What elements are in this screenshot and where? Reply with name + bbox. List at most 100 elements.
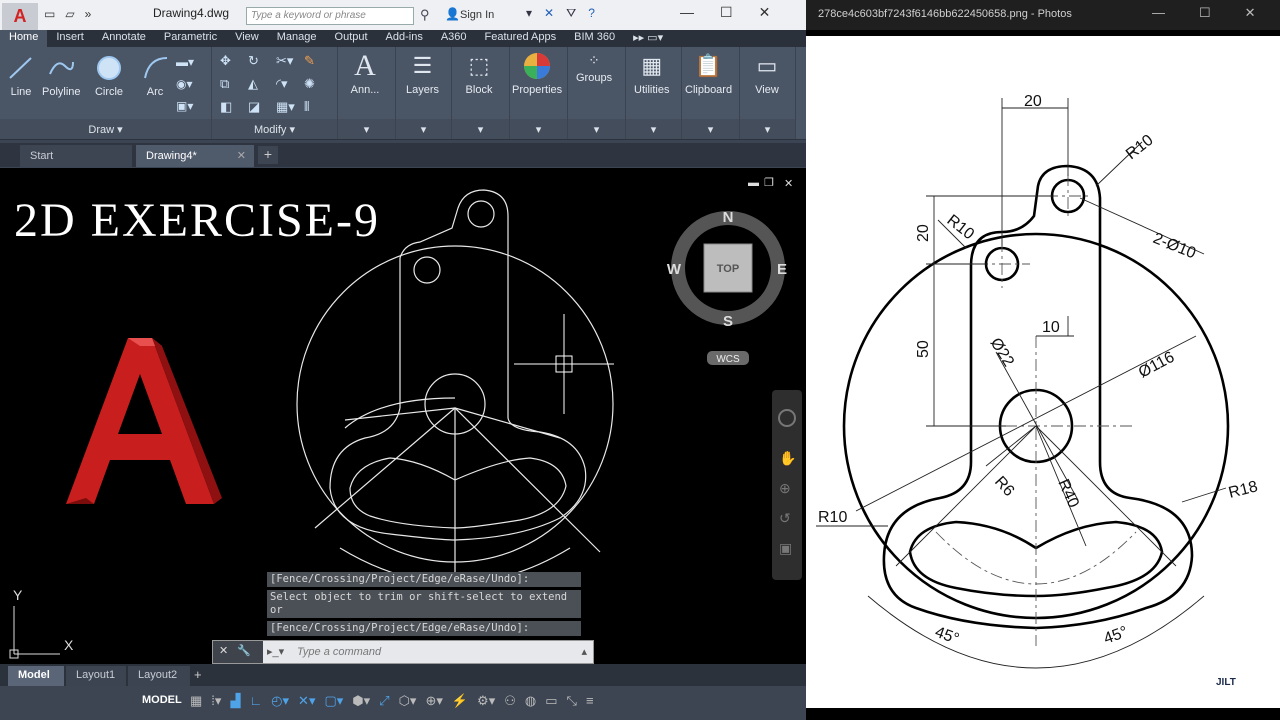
utilities-button[interactable]: ▦ Utilities: [634, 51, 669, 96]
model-space-button[interactable]: MODEL: [142, 694, 182, 706]
tab-annotate[interactable]: Annotate: [93, 30, 155, 47]
properties-button[interactable]: Properties: [512, 51, 562, 96]
file-tab-drawing4[interactable]: Drawing4* ✕: [136, 145, 254, 167]
workspace-icon[interactable]: ⚙▾: [477, 693, 495, 709]
tab-more-icon[interactable]: ▸▸ ▭▾: [624, 30, 672, 47]
new-layout-button[interactable]: +: [194, 667, 212, 683]
layout-tab-layout1[interactable]: Layout1: [66, 666, 126, 686]
search-input[interactable]: Type a keyword or phrase: [246, 7, 414, 25]
ortho-icon[interactable]: ∟: [249, 693, 262, 709]
photos-maximize-icon[interactable]: ☐: [1199, 5, 1211, 21]
isodraft-icon[interactable]: ✕▾: [298, 693, 315, 709]
dynamic-ucs-icon[interactable]: ⤢: [379, 693, 389, 709]
clipboard-button[interactable]: 📋 Clipboard: [685, 51, 732, 96]
region-icon[interactable]: ▣▾: [176, 99, 194, 113]
viewport-minimize-icon: ▬: [748, 177, 759, 189]
layout-tab-model[interactable]: Model: [8, 666, 64, 686]
annotation-scale-icon[interactable]: ⚡: [452, 693, 468, 709]
circle-button[interactable]: Circle: [94, 53, 124, 98]
block-button[interactable]: ⬚ Block: [464, 51, 494, 96]
fullscreen-icon[interactable]: ⤡: [567, 693, 577, 709]
osnap-icon[interactable]: ▢▾: [324, 693, 343, 709]
dropdown-icon[interactable]: ▾: [526, 6, 532, 21]
annotation-monitor-icon[interactable]: ⚇: [504, 693, 516, 709]
close-icon[interactable]: ✕: [759, 4, 771, 21]
photos-minimize-icon[interactable]: —: [1152, 5, 1165, 21]
tab-bim360[interactable]: BIM 360: [565, 30, 624, 47]
gizmo-icon[interactable]: ⊕▾: [425, 693, 442, 709]
new-tab-button[interactable]: +: [258, 146, 278, 164]
new-file-icon[interactable]: ▭: [44, 7, 55, 21]
open-file-icon[interactable]: ▱: [65, 7, 74, 21]
mirror-icon[interactable]: ◭: [248, 76, 276, 92]
stretch-icon[interactable]: ◧: [220, 99, 248, 115]
a360-icon[interactable]: ⛛: [566, 6, 576, 21]
quick-access-toolbar: ▭ ▱ »: [44, 7, 91, 21]
modify-panel-label[interactable]: Modify ▾: [212, 123, 337, 136]
command-placeholder: Type a command: [297, 646, 382, 658]
polar-icon[interactable]: ◴▾: [271, 693, 289, 709]
command-prompt-icon[interactable]: ▸_▾: [267, 645, 284, 658]
hatch-icon[interactable]: ◉▾: [176, 77, 194, 91]
tab-parametric[interactable]: Parametric: [155, 30, 226, 47]
rectangle-icon[interactable]: ▬▾: [176, 55, 194, 69]
erase-icon[interactable]: ✎: [304, 53, 332, 69]
command-tools: ✕ 🔧: [213, 641, 263, 663]
command-history: [Fence/Crossing/Project/Edge/eRase/Undo]…: [267, 572, 581, 639]
tab-view[interactable]: View: [226, 30, 268, 47]
view-button[interactable]: ▭ View: [752, 51, 782, 96]
tab-home[interactable]: Home: [0, 30, 48, 47]
offset-icon[interactable]: ⫴: [304, 99, 332, 115]
line-button[interactable]: Line: [6, 53, 36, 98]
user-icon[interactable]: 👤: [445, 7, 460, 21]
annotation-button[interactable]: A Ann...: [350, 49, 380, 96]
explode-icon[interactable]: ✺: [304, 76, 332, 92]
graphics-icon[interactable]: ▭: [545, 693, 557, 709]
command-expand-icon[interactable]: ▴: [581, 645, 587, 658]
rotate-icon[interactable]: ↻: [248, 53, 276, 69]
properties-panel: Properties ▾: [510, 47, 568, 139]
isolate-icon[interactable]: ◍: [525, 693, 536, 709]
layout-tab-layout2[interactable]: Layout2: [128, 666, 190, 686]
exchange-icon[interactable]: ✕: [544, 6, 554, 21]
infer-icon[interactable]: ▟: [230, 693, 240, 709]
file-tab-start[interactable]: Start: [20, 145, 132, 167]
tab-featured-apps[interactable]: Featured Apps: [476, 30, 566, 47]
tab-a360[interactable]: A360: [432, 30, 476, 47]
photos-close-icon[interactable]: ✕: [1245, 5, 1256, 21]
groups-button[interactable]: ⁘ Groups: [576, 51, 612, 85]
customize-icon[interactable]: ≡: [586, 693, 594, 709]
snap-icon[interactable]: ⁞▾: [211, 693, 221, 709]
application-menu-button[interactable]: A: [2, 3, 38, 30]
minimize-icon[interactable]: —: [680, 4, 694, 21]
maximize-icon[interactable]: ☐: [720, 4, 733, 21]
more-icon[interactable]: »: [85, 7, 92, 21]
move-icon[interactable]: ✥: [220, 53, 248, 69]
sign-in-button[interactable]: Sign In: [460, 9, 494, 21]
wrench-icon[interactable]: 🔧: [237, 645, 251, 657]
tab-add-ins[interactable]: Add-ins: [377, 30, 432, 47]
3d-osnap-icon[interactable]: ⬢▾: [352, 693, 370, 709]
binoculars-icon[interactable]: ⚲: [420, 7, 430, 23]
polyline-button[interactable]: Polyline: [42, 53, 81, 98]
tab-manage[interactable]: Manage: [268, 30, 326, 47]
scale-icon[interactable]: ◪: [248, 99, 276, 115]
line-icon: [6, 53, 36, 83]
array-icon[interactable]: ▦▾: [276, 99, 304, 115]
tab-output[interactable]: Output: [326, 30, 377, 47]
layers-button[interactable]: ☰ Layers: [406, 51, 439, 96]
arc-button[interactable]: Arc: [140, 53, 170, 98]
tab-insert[interactable]: Insert: [47, 30, 93, 47]
help-icon[interactable]: ?: [588, 6, 595, 21]
trim-icon[interactable]: ✂▾: [276, 53, 304, 69]
fillet-icon[interactable]: ◜▾: [276, 76, 304, 92]
close-tab-icon[interactable]: ✕: [237, 149, 246, 162]
grid-icon[interactable]: ▦: [190, 693, 202, 709]
copy-icon[interactable]: ⧉: [220, 76, 248, 92]
close-command-icon[interactable]: ✕: [219, 645, 228, 657]
command-input[interactable]: ✕ 🔧 ▸_▾ Type a command ▴: [212, 640, 594, 664]
draw-panel-label[interactable]: Draw ▾: [0, 123, 211, 136]
selection-cycling-icon[interactable]: ⬡▾: [399, 693, 417, 709]
drawing-canvas[interactable]: ▬ ❐ ✕ 2D EXERCISE-9 TOP N S E W WCS ✋ ⊕ …: [0, 168, 806, 664]
circle-label: Circle: [94, 86, 124, 98]
